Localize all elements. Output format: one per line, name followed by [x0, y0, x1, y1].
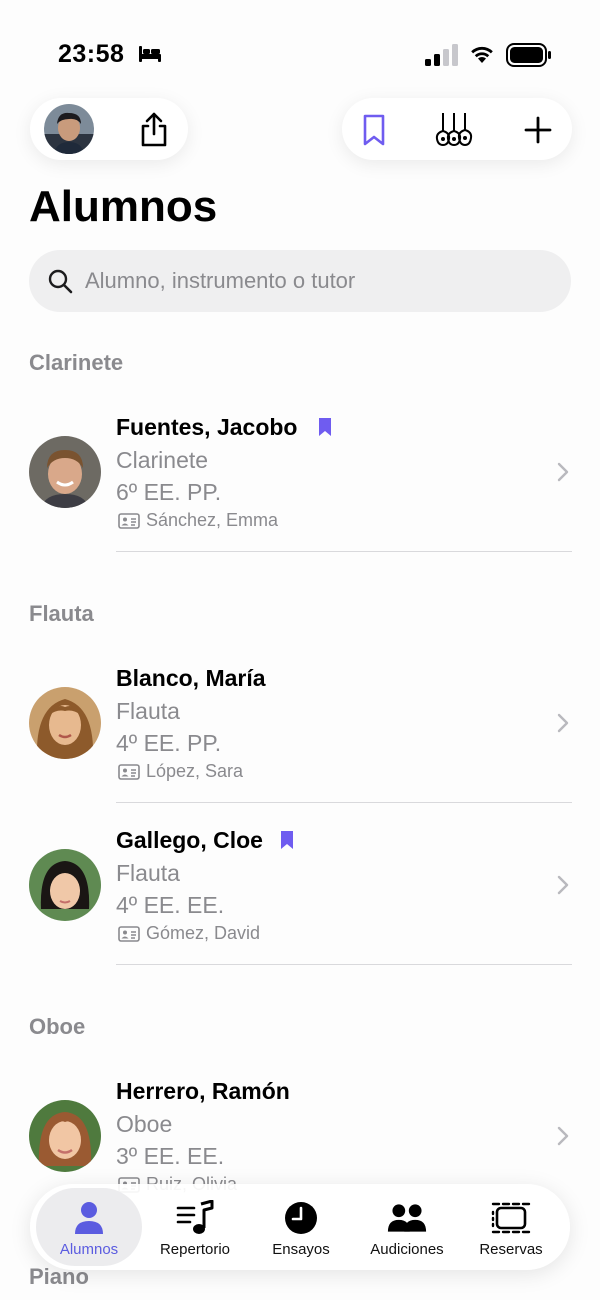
status-bar: 23:58	[0, 0, 600, 100]
chevron-right-icon	[557, 713, 569, 733]
cellular-signal-icon	[425, 44, 458, 66]
chevron-right-icon	[557, 875, 569, 895]
student-name: Blanco, María	[116, 665, 266, 691]
row-divider	[116, 802, 572, 803]
student-name: Herrero, Ramón	[116, 1078, 290, 1104]
tab-alumnos[interactable]: Alumnos	[36, 1188, 142, 1266]
student-instrument: Flauta	[116, 860, 180, 886]
bookmark-icon	[363, 114, 385, 146]
student-tutor: Gómez, David	[146, 923, 261, 943]
tab-label: Repertorio	[159, 1241, 231, 1258]
section-header-oboe: Oboe	[29, 1014, 86, 1039]
status-time: 23:58	[58, 40, 125, 68]
section-header-clarinete: Clarinete	[29, 350, 124, 375]
bookmarks-filter-button[interactable]	[354, 110, 394, 150]
student-row[interactable]: Gallego, Cloe Flauta 4º EE. EE. Gómez, D…	[0, 811, 600, 973]
contact-card-icon	[118, 513, 140, 529]
bookmark-icon	[281, 831, 293, 849]
tab-reservas[interactable]: Reservas	[458, 1188, 564, 1266]
rooms-icon	[491, 1202, 531, 1234]
person-icon	[75, 1202, 103, 1234]
student-level: 4º EE. EE.	[116, 892, 225, 918]
tab-label: Reservas	[479, 1241, 543, 1258]
wifi-icon	[471, 46, 493, 63]
people-icon	[387, 1204, 427, 1232]
student-level: 6º EE. PP.	[116, 479, 222, 505]
chevron-right-icon	[557, 1126, 569, 1146]
bed-icon	[139, 46, 161, 62]
student-tutor: López, Sara	[146, 761, 244, 781]
row-divider	[116, 551, 572, 552]
clock-icon	[285, 1202, 317, 1234]
share-icon	[141, 112, 167, 147]
instruments-button[interactable]	[430, 108, 478, 150]
student-avatar	[29, 436, 101, 508]
student-row[interactable]: Fuentes, Jacobo Clarinete 6º EE. PP. Sán…	[0, 398, 600, 560]
page-title: Alumnos	[29, 182, 218, 231]
student-level: 3º EE. EE.	[116, 1143, 225, 1169]
student-avatar	[29, 1100, 101, 1172]
student-avatar	[29, 849, 101, 921]
instruments-icon	[435, 113, 473, 147]
tab-bar: Alumnos Repertorio Ensayos Audiciones Re…	[30, 1184, 570, 1270]
bookmark-icon	[319, 418, 331, 436]
contact-card-icon	[118, 926, 140, 942]
chevron-right-icon	[557, 462, 569, 482]
tab-audiciones[interactable]: Audiciones	[354, 1188, 460, 1266]
tab-ensayos[interactable]: Ensayos	[248, 1188, 354, 1266]
student-tutor: Sánchez, Emma	[146, 510, 279, 530]
toolbar-right-group	[342, 98, 572, 160]
share-button[interactable]	[134, 110, 174, 150]
student-avatar	[29, 687, 101, 759]
student-level: 4º EE. PP.	[116, 730, 222, 756]
search-icon	[48, 269, 73, 294]
search-bar[interactable]	[29, 250, 571, 312]
toolbar-left-group	[30, 98, 188, 160]
student-instrument: Clarinete	[116, 447, 209, 473]
student-name: Gallego, Cloe	[116, 827, 263, 853]
battery-icon	[506, 43, 551, 67]
tab-repertorio[interactable]: Repertorio	[142, 1188, 248, 1266]
tab-label: Ensayos	[272, 1241, 330, 1258]
student-row[interactable]: Blanco, María Flauta 4º EE. PP. López, S…	[0, 649, 600, 811]
plus-icon	[524, 116, 552, 144]
add-student-button[interactable]	[518, 110, 558, 150]
search-input[interactable]	[85, 262, 555, 300]
contact-card-icon	[118, 764, 140, 780]
tab-label: Audiciones	[370, 1241, 444, 1258]
student-instrument: Flauta	[116, 698, 180, 724]
music-list-icon	[176, 1200, 214, 1234]
row-divider	[116, 964, 572, 965]
student-name: Fuentes, Jacobo	[116, 414, 298, 440]
student-instrument: Oboe	[116, 1111, 173, 1137]
tab-label: Alumnos	[59, 1241, 119, 1258]
section-header-flauta: Flauta	[29, 601, 94, 626]
profile-avatar[interactable]	[44, 104, 94, 154]
